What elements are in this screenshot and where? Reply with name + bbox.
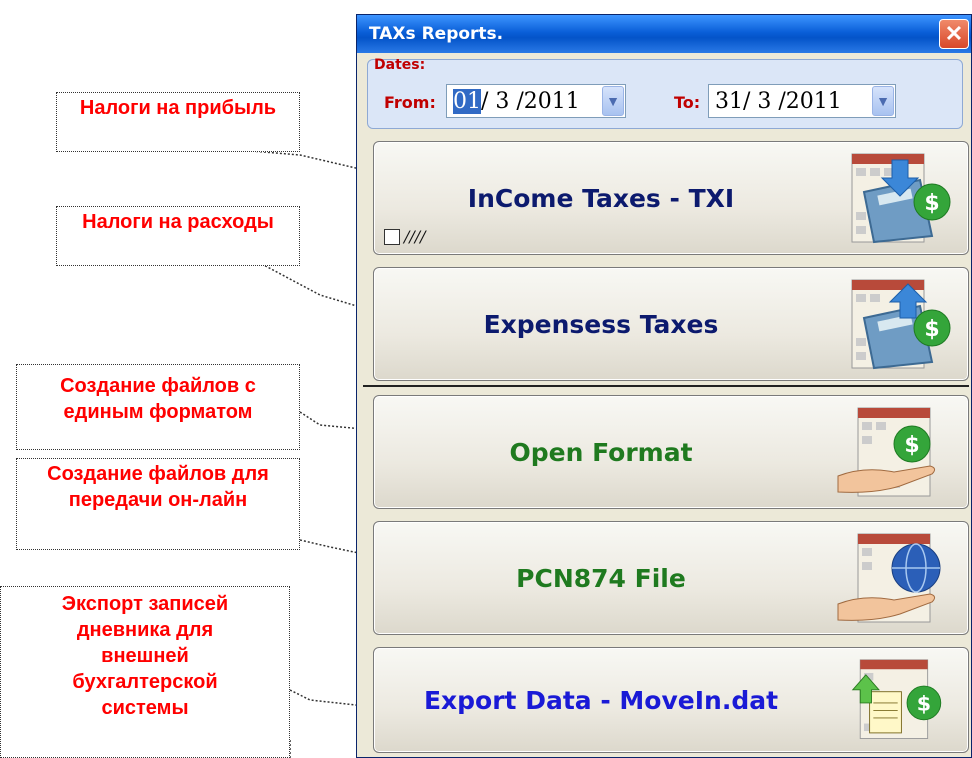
section-divider [363, 385, 969, 387]
callout-export-data: Экспорт записей дневника для внешней бух… [0, 586, 290, 758]
income-taxes-label: InCome Taxes - TXI [467, 183, 735, 213]
income-taxes-button[interactable]: InCome Taxes - TXI //// $ [373, 141, 969, 255]
title-bar[interactable]: TAXs Reports. ✕ [357, 15, 971, 53]
dates-legend: Dates: [374, 57, 426, 73]
svg-text:$: $ [917, 691, 931, 715]
hand-dollar-calendar-icon: $ [837, 407, 936, 497]
open-format-button[interactable]: Open Format $ [373, 395, 969, 509]
callout-text: Создание файлов с единым форматом [60, 375, 256, 423]
pcn874-file-button[interactable]: PCN874 File [373, 521, 969, 635]
callout-text: Налоги на расходы [82, 211, 274, 233]
expense-taxes-button[interactable]: Expensess Taxes $ [373, 267, 969, 381]
to-label: To: [674, 93, 701, 112]
pcn874-label: PCN874 File [516, 563, 686, 593]
to-date-value[interactable]: 31/ 3 /2011 [709, 89, 872, 114]
callout-text: Экспорт записей дневника для внешней бух… [61, 593, 229, 719]
txi-checkbox[interactable]: //// [384, 227, 426, 246]
from-date-value[interactable]: 01/ 3 /2011 [447, 88, 602, 114]
svg-text:$: $ [904, 433, 919, 458]
to-date-picker[interactable]: 31/ 3 /2011 ▼ [708, 84, 896, 118]
callout-text: Создание файлов для передачи он-лайн [47, 463, 269, 511]
from-date-rest: / 3 /2011 [481, 88, 580, 114]
callout-text: Налоги на прибыль [79, 97, 277, 119]
calculator-download-dollar-icon: $ [851, 153, 951, 244]
export-data-label: Export Data - MoveIn.dat [423, 685, 779, 715]
chevron-down-icon[interactable]: ▼ [872, 86, 894, 116]
from-day-selected: 01 [453, 88, 481, 114]
checkbox-text: //// [404, 227, 426, 246]
expense-taxes-label: Expensess Taxes [483, 309, 719, 339]
callout-expense-taxes: Налоги на расходы [56, 206, 300, 266]
document-export-dollar-icon: $ [851, 659, 942, 739]
window-title: TAXs Reports. [369, 24, 504, 44]
callout-pcn874: Создание файлов для передачи он-лайн [16, 458, 300, 550]
open-format-label: Open Format [509, 437, 693, 467]
dates-group: Dates: From: 01/ 3 /2011 ▼ To: 31/ 3 /20… [367, 57, 963, 129]
svg-text:$: $ [924, 317, 939, 342]
calculator-upload-dollar-icon: $ [851, 279, 951, 370]
callout-income-taxes: Налоги на прибыль [56, 92, 300, 152]
from-label: From: [384, 93, 436, 112]
taxs-reports-window: TAXs Reports. ✕ Dates: From: 01/ 3 /2011… [356, 14, 972, 758]
export-data-button[interactable]: Export Data - MoveIn.dat $ [373, 647, 969, 753]
chevron-down-icon[interactable]: ▼ [602, 86, 624, 116]
callout-open-format: Создание файлов с единым форматом [16, 364, 300, 450]
svg-text:$: $ [924, 191, 939, 216]
close-button[interactable]: ✕ [939, 19, 969, 49]
hand-globe-calendar-icon [837, 533, 941, 623]
from-date-picker[interactable]: 01/ 3 /2011 ▼ [446, 84, 626, 118]
checkbox-box[interactable] [384, 228, 400, 245]
